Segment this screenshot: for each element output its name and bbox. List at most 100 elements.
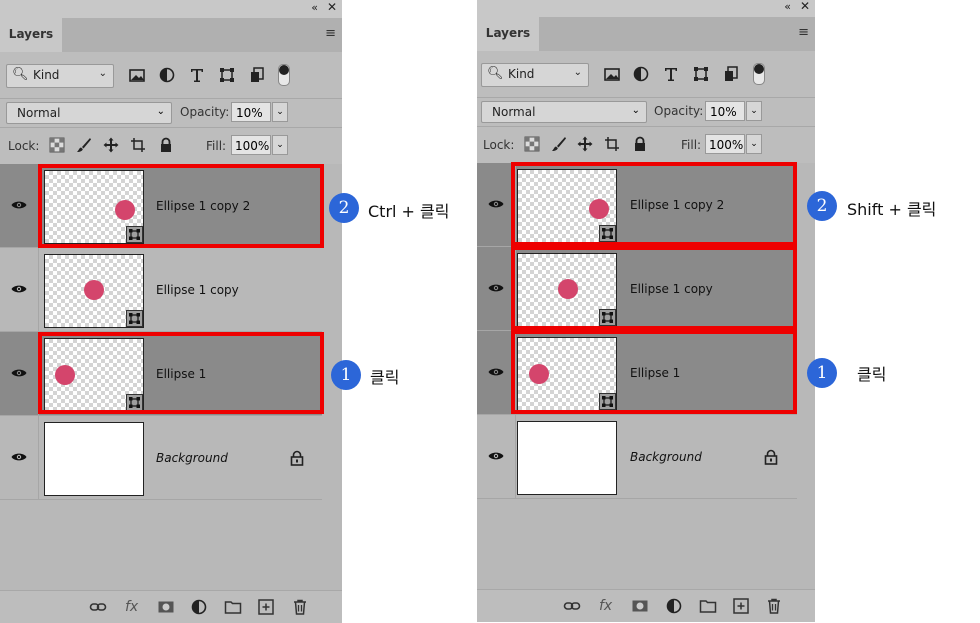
layer-row-ellipse-1-copy[interactable]: Ellipse 1 copy <box>0 248 322 332</box>
smart-object-filter-icon[interactable] <box>722 65 740 83</box>
opacity-label: Opacity: <box>180 105 230 119</box>
eye-icon[interactable] <box>488 367 504 377</box>
new-adjustment-layer-icon[interactable] <box>665 597 683 615</box>
collapse-icon[interactable]: « <box>784 0 791 13</box>
fill-label: Fill: <box>681 138 702 152</box>
lock-artboard-icon[interactable] <box>130 137 146 153</box>
smart-object-filter-icon[interactable] <box>248 66 266 84</box>
shape-layer-icon <box>126 310 143 327</box>
kind-filter-dropdown[interactable]: 🔍︎ Kind ⌄ <box>481 63 589 87</box>
adjustment-filter-icon[interactable] <box>632 65 650 83</box>
lock-transparent-pixels-icon[interactable] <box>524 136 540 152</box>
layer-thumbnail <box>44 422 144 496</box>
visibility-cell <box>0 248 39 331</box>
highlight-box <box>511 330 797 414</box>
tab-layers[interactable]: Layers <box>477 17 539 51</box>
fill-input[interactable]: 100% <box>231 135 271 155</box>
lock-transparent-pixels-icon[interactable] <box>49 137 65 153</box>
kind-filter-dropdown[interactable]: 🔍︎ Kind ⌄ <box>6 64 114 88</box>
lock-all-icon[interactable] <box>158 137 174 153</box>
trash-icon[interactable] <box>291 598 309 616</box>
blend-mode-value: Normal <box>17 106 61 120</box>
type-filter-icon[interactable] <box>188 66 206 84</box>
new-adjustment-layer-icon[interactable] <box>190 598 208 616</box>
fill-dropdown-button[interactable]: ⌄ <box>272 135 288 155</box>
opacity-input[interactable]: 10% <box>705 101 745 121</box>
step-badge: 1 <box>807 358 837 388</box>
lock-image-pixels-brush-icon[interactable] <box>76 137 92 153</box>
chevron-down-icon: ⌄ <box>631 105 640 116</box>
lock-position-move-icon[interactable] <box>103 137 119 153</box>
layers-panel-left: « ✕ Layers ≡ 🔍︎ Kind ⌄ Normal ⌄ Opacity:… <box>0 0 342 623</box>
shape-filter-icon[interactable] <box>218 66 236 84</box>
shape-filter-icon[interactable] <box>692 65 710 83</box>
collapse-icon[interactable]: « <box>311 1 318 14</box>
eye-icon[interactable] <box>488 451 504 461</box>
panel-menu-icon[interactable]: ≡ <box>798 25 809 40</box>
eye-icon[interactable] <box>11 368 27 378</box>
lock-icon <box>290 450 304 466</box>
annotation-text: Shift + 클릭 <box>847 200 937 219</box>
lock-all-icon[interactable] <box>632 136 648 152</box>
fill-label: Fill: <box>206 139 227 153</box>
add-mask-icon[interactable] <box>157 598 175 616</box>
trash-icon[interactable] <box>765 597 783 615</box>
image-filter-icon[interactable] <box>128 66 146 84</box>
new-group-folder-icon[interactable] <box>224 598 242 616</box>
layer-row-background[interactable]: Background <box>477 415 797 499</box>
opacity-dropdown-button[interactable]: ⌄ <box>272 102 288 122</box>
lock-label: Lock: <box>8 139 40 153</box>
opacity-input[interactable]: 10% <box>231 102 271 122</box>
filter-row: 🔍︎ Kind ⌄ <box>477 51 815 97</box>
lock-image-pixels-brush-icon[interactable] <box>551 136 567 152</box>
layer-style-fx-icon[interactable]: fx <box>599 597 617 615</box>
eye-icon[interactable] <box>11 452 27 462</box>
link-layers-icon[interactable] <box>563 597 581 615</box>
filter-toggle-switch[interactable] <box>753 63 765 85</box>
new-layer-icon[interactable] <box>732 597 750 615</box>
blend-mode-dropdown[interactable]: Normal ⌄ <box>6 102 172 124</box>
panel-menu-icon[interactable]: ≡ <box>325 26 336 41</box>
layer-row-background[interactable]: Background <box>0 416 322 500</box>
annotation-text: 클릭 <box>857 365 887 384</box>
eye-icon[interactable] <box>11 200 27 210</box>
tab-bar: Layers ≡ <box>477 17 815 51</box>
image-filter-icon[interactable] <box>603 65 621 83</box>
blend-mode-dropdown[interactable]: Normal ⌄ <box>481 101 647 123</box>
close-icon[interactable]: ✕ <box>800 0 810 13</box>
eye-icon[interactable] <box>488 199 504 209</box>
visibility-cell <box>0 332 39 415</box>
fill-input[interactable]: 100% <box>705 134 745 154</box>
add-mask-icon[interactable] <box>631 597 649 615</box>
highlight-box <box>38 164 324 248</box>
fill-dropdown-button[interactable]: ⌄ <box>746 134 762 154</box>
adjustment-filter-icon[interactable] <box>158 66 176 84</box>
opacity-label: Opacity: <box>654 104 704 118</box>
filter-row: 🔍︎ Kind ⌄ <box>0 52 342 98</box>
blend-row: Normal ⌄ Opacity: 10% ⌄ <box>477 97 815 126</box>
link-layers-icon[interactable] <box>89 598 107 616</box>
panel-header-strip: « ✕ <box>0 0 342 18</box>
search-icon: 🔍︎ <box>487 66 504 81</box>
eye-icon[interactable] <box>488 283 504 293</box>
eye-icon[interactable] <box>11 284 27 294</box>
chevron-down-icon: ⌄ <box>156 106 165 117</box>
lock-artboard-icon[interactable] <box>604 136 620 152</box>
type-filter-icon[interactable] <box>662 65 680 83</box>
close-icon[interactable]: ✕ <box>327 0 337 14</box>
highlight-box <box>511 246 797 330</box>
lock-row: Lock: Fill: 100% ⌄ <box>477 126 815 163</box>
tab-layers[interactable]: Layers <box>0 18 62 52</box>
lock-position-move-icon[interactable] <box>577 136 593 152</box>
step-badge: 2 <box>807 191 837 221</box>
new-layer-icon[interactable] <box>257 598 275 616</box>
layer-thumbnail <box>517 421 617 495</box>
opacity-dropdown-button[interactable]: ⌄ <box>746 101 762 121</box>
highlight-box <box>511 162 797 246</box>
annotation-text: 클릭 <box>370 368 400 387</box>
highlight-box <box>38 332 324 414</box>
new-group-folder-icon[interactable] <box>699 597 717 615</box>
layer-style-fx-icon[interactable]: fx <box>125 598 143 616</box>
blend-mode-value: Normal <box>492 105 536 119</box>
filter-toggle-switch[interactable] <box>278 64 290 86</box>
